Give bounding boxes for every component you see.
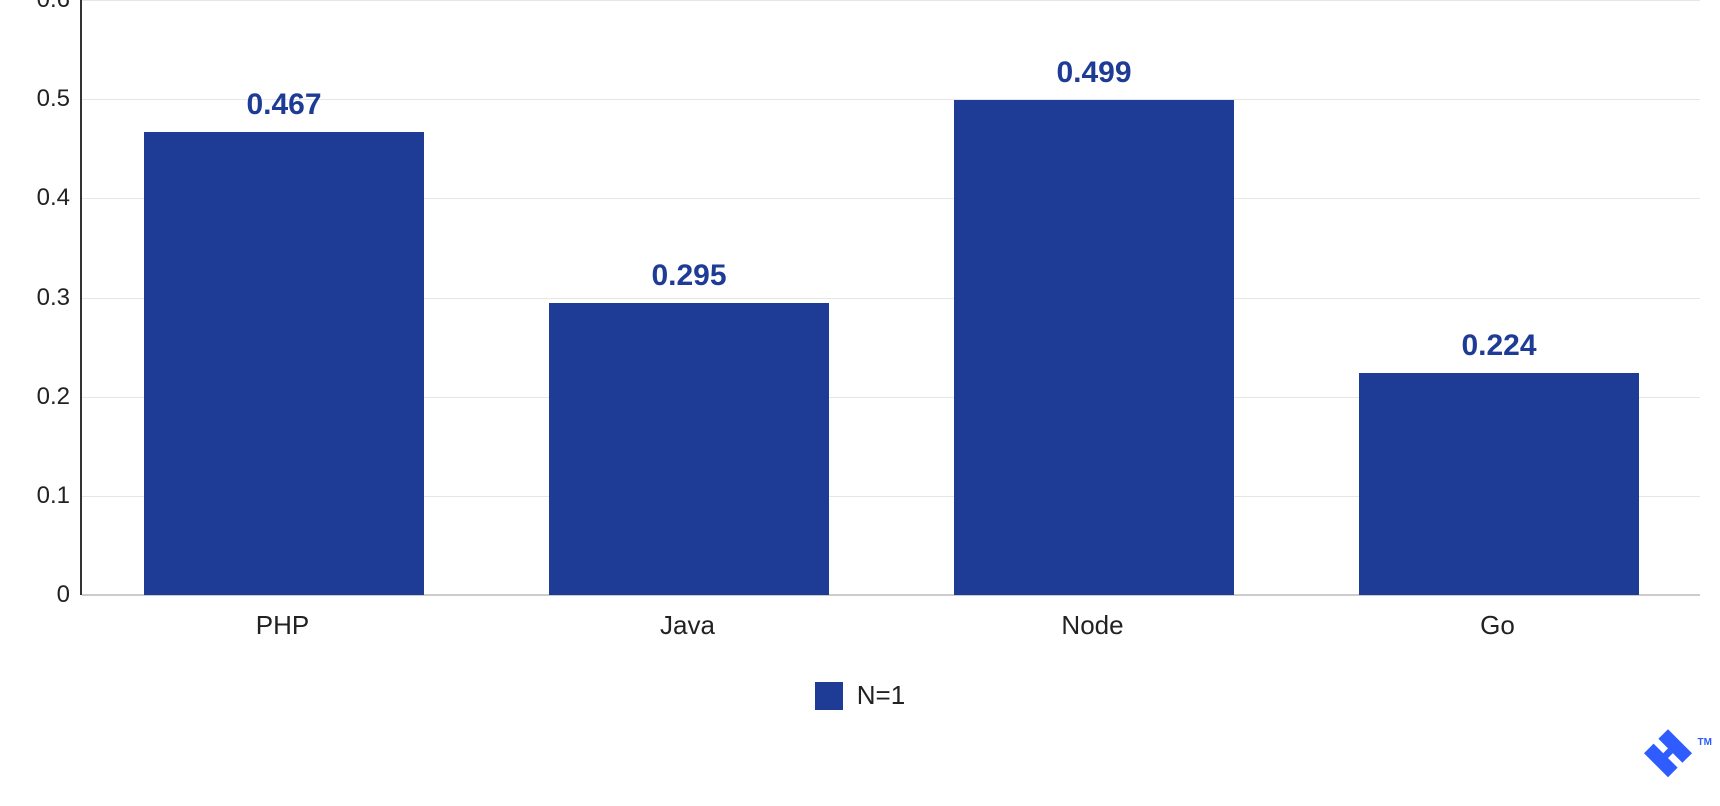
bar-chart: 0 0.1 0.2 0.3 0.4 0.5 0.6 0.467 0.295 [0,0,1720,806]
bars-container: 0.467 0.295 0.499 0.224 [82,0,1700,595]
xtick-label: Java [485,610,890,641]
legend-swatch [815,682,843,710]
legend-label: N=1 [857,680,905,711]
xtick-label: Node [890,610,1295,641]
ytick-label: 0.3 [10,284,70,312]
legend: N=1 [0,680,1720,711]
ytick-label: 0.2 [10,383,70,411]
data-label: 0.224 [1359,329,1639,373]
xtick-label: Go [1295,610,1700,641]
ytick-label: 0.1 [10,482,70,510]
toptal-logo-icon [1638,728,1698,788]
ytick-label: 0.4 [10,184,70,212]
data-label: 0.499 [954,56,1234,100]
ytick-label: 0.5 [10,85,70,113]
ytick-label: 0.6 [10,0,70,14]
bar-java: 0.295 [549,303,829,596]
plot-area: 0.467 0.295 0.499 0.224 [80,0,1700,595]
xtick-label: PHP [80,610,485,641]
bar-node: 0.499 [954,100,1234,595]
data-label: 0.295 [549,259,829,303]
bar-php: 0.467 [144,132,424,595]
trademark-label: TM [1698,737,1712,748]
ytick-label: 0 [10,581,70,609]
data-label: 0.467 [144,88,424,132]
bar-go: 0.224 [1359,373,1639,595]
